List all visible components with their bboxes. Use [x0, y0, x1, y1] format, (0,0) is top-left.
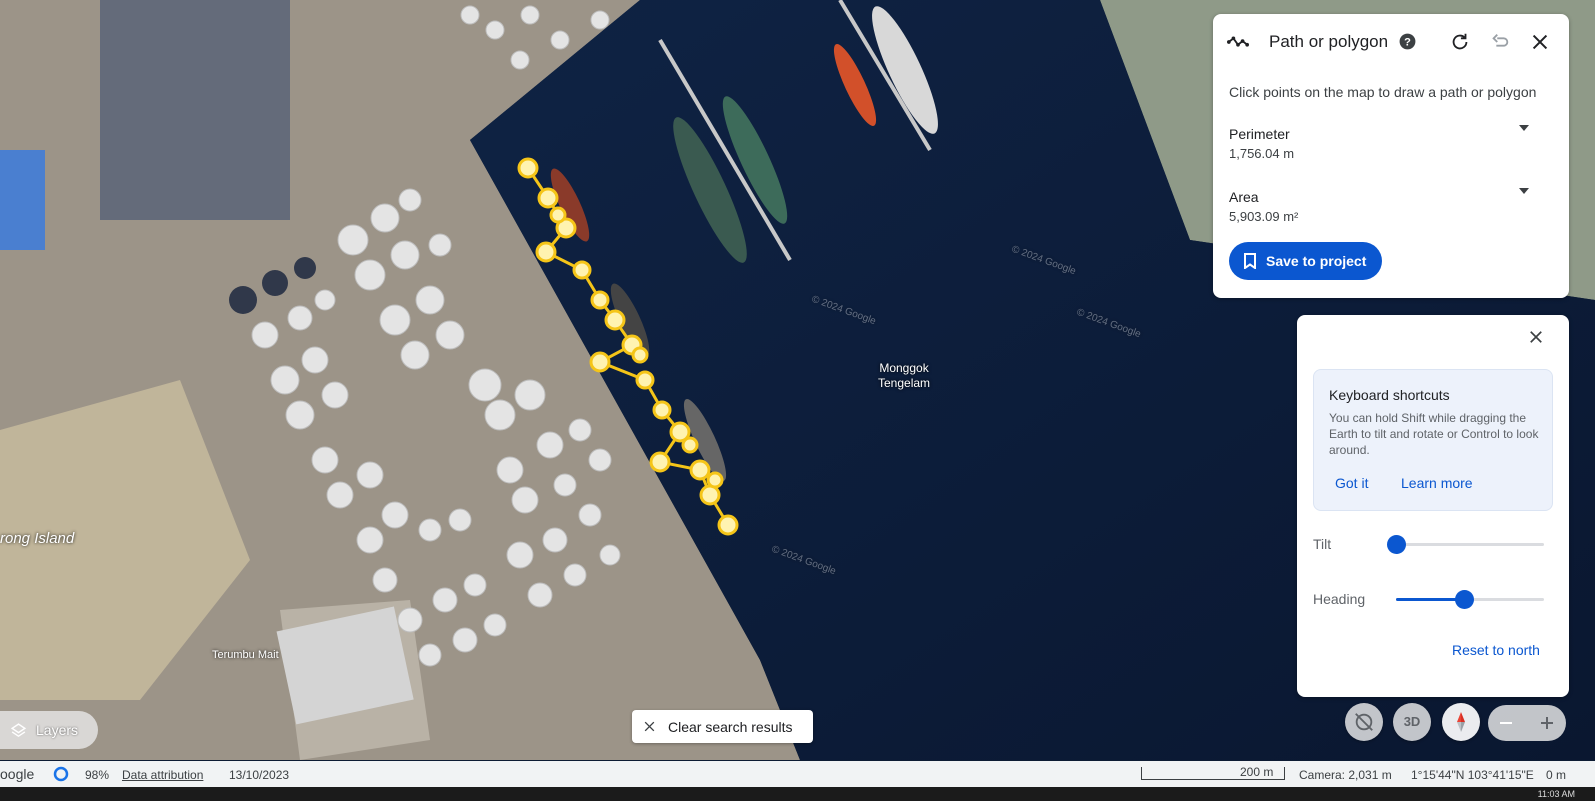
place-label: Terumbu Mait	[212, 649, 279, 661]
zoom-controls	[1488, 705, 1566, 741]
panel-subtitle: Click points on the map to draw a path o…	[1229, 84, 1537, 100]
load-percent: 98%	[85, 768, 110, 782]
kb-text: You can hold Shift while dragging the Ea…	[1329, 411, 1539, 457]
kb-title: Keyboard shortcuts	[1329, 387, 1450, 403]
rotate-lock-button[interactable]	[1345, 703, 1383, 741]
zoom-in-icon[interactable]	[1539, 715, 1555, 731]
os-taskbar: 11:03 AM	[0, 787, 1595, 801]
scale-label: 200 m	[1240, 765, 1274, 779]
save-button-label: Save to project	[1266, 253, 1367, 269]
save-to-project-button[interactable]: Save to project	[1229, 242, 1382, 280]
perimeter-label: Perimeter	[1229, 126, 1290, 142]
close-icon[interactable]	[1527, 328, 1545, 346]
reset-to-north-button[interactable]: Reset to north	[1452, 642, 1540, 658]
layers-icon	[10, 723, 27, 738]
area-value: 5,903.09 m²	[1229, 209, 1299, 224]
loading-ring-icon	[53, 766, 69, 782]
tilt-slider-thumb[interactable]	[1387, 535, 1406, 554]
refresh-icon[interactable]	[1449, 31, 1471, 53]
panel-title: Path or polygon	[1269, 32, 1389, 51]
coordinates: 1°15'44"N 103°41'15"E	[1411, 768, 1534, 782]
keyboard-shortcuts-card: Keyboard shortcuts You can hold Shift wh…	[1313, 369, 1553, 511]
3d-label: 3D	[1403, 714, 1421, 729]
caret-down-icon[interactable]	[1519, 125, 1529, 131]
perimeter-value: 1,756.04 m	[1229, 146, 1295, 161]
layers-button[interactable]: Layers	[0, 711, 98, 749]
tilt-slider[interactable]	[1387, 535, 1544, 554]
area-label: Area	[1229, 189, 1259, 205]
compass-button[interactable]	[1442, 703, 1480, 741]
clock: 11:03 AM	[1537, 789, 1575, 799]
elevation: 0 m	[1546, 768, 1567, 782]
bookmark-icon	[1244, 253, 1256, 269]
camera-altitude: Camera: 2,031 m	[1299, 768, 1392, 782]
clear-search-results-button[interactable]: Clear search results	[632, 710, 813, 743]
measure-panel: Path or polygon ? Click points on the ma…	[1213, 14, 1569, 298]
undo-icon[interactable]	[1489, 31, 1511, 53]
help-icon[interactable]: ?	[1398, 32, 1417, 51]
got-it-button[interactable]: Got it	[1335, 475, 1368, 491]
tilt-label: Tilt	[1313, 536, 1332, 552]
caret-down-icon[interactable]	[1519, 188, 1529, 194]
path-icon	[1227, 36, 1249, 47]
clear-search-label: Clear search results	[668, 719, 793, 735]
layers-label: Layers	[36, 722, 79, 738]
learn-more-link[interactable]: Learn more	[1401, 475, 1473, 491]
island-label: rong Island	[0, 530, 75, 547]
close-icon[interactable]	[1529, 31, 1551, 53]
zoom-out-icon[interactable]	[1498, 715, 1514, 731]
close-icon	[644, 721, 655, 732]
svg-text:?: ?	[1404, 36, 1411, 48]
water-body-label: Monggok Tengelam	[878, 361, 931, 390]
heading-slider[interactable]	[1396, 590, 1544, 609]
status-bar: oogle 98% Data attribution 13/10/2023 20…	[0, 761, 1595, 787]
data-attribution-link[interactable]: Data attribution	[122, 768, 203, 782]
heading-label: Heading	[1313, 591, 1366, 607]
imagery-date: 13/10/2023	[229, 768, 290, 782]
heading-slider-thumb[interactable]	[1455, 590, 1475, 609]
3d-toggle-button[interactable]: 3D	[1393, 703, 1431, 741]
rotate-off-icon	[1355, 713, 1373, 731]
view-settings-panel: Keyboard shortcuts You can hold Shift wh…	[1297, 315, 1569, 697]
google-logo: oogle	[0, 766, 35, 782]
compass-icon	[1457, 712, 1465, 732]
